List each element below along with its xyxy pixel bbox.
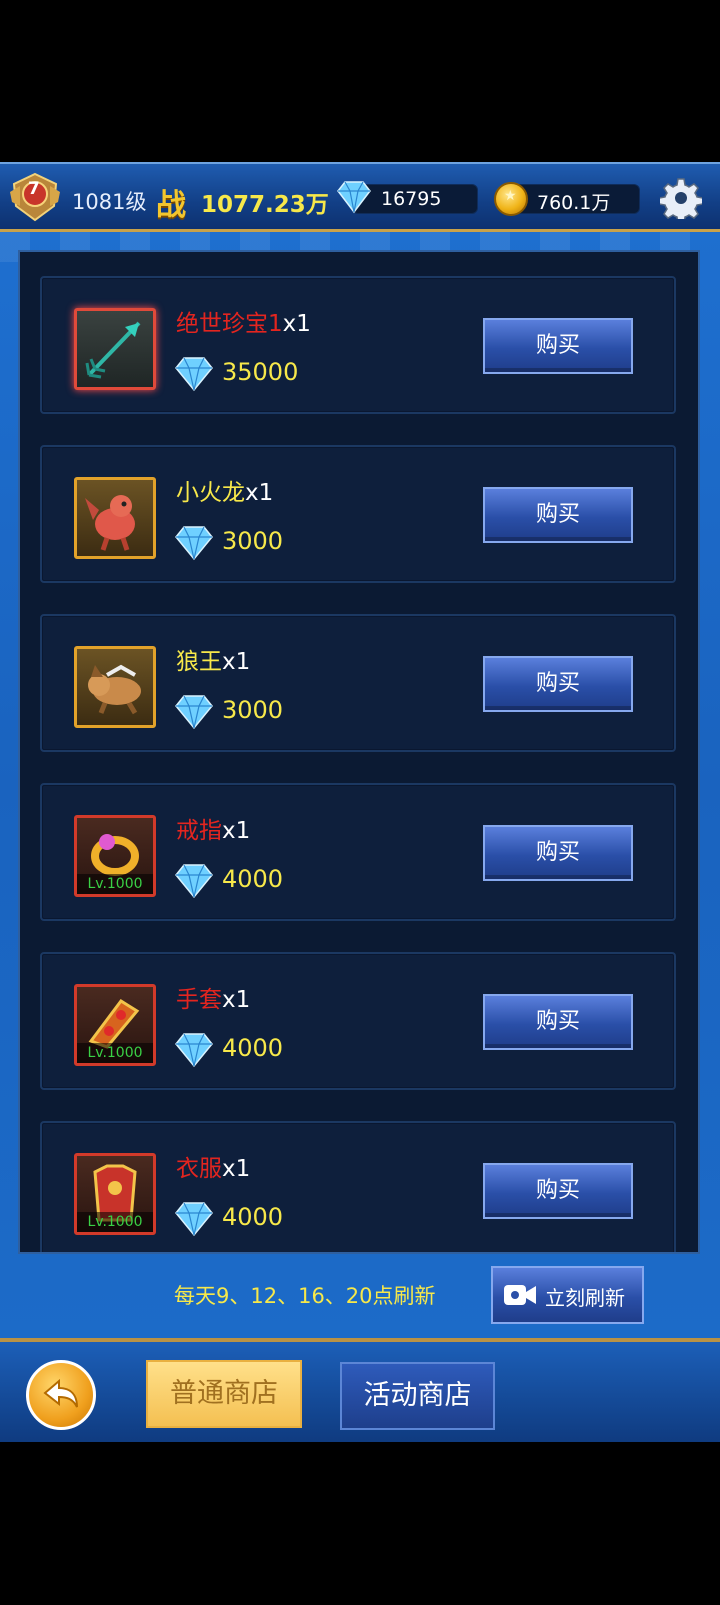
item-name: 狼王x1 — [176, 649, 251, 675]
buy-button[interactable]: 购买 — [483, 825, 633, 881]
refresh-now-button[interactable]: 立刻刷新 — [491, 1266, 644, 1324]
diamond-icon — [337, 181, 371, 214]
item-name: 小火龙x1 — [176, 480, 274, 506]
shop-item-row: 绝世珍宝1x1 35000 购买 — [40, 276, 676, 414]
item-price: 4000 — [222, 1203, 284, 1231]
diamond-icon — [175, 695, 213, 730]
ring-icon: Lv.1000 — [74, 815, 156, 897]
wolf-king-pet-icon — [74, 646, 156, 728]
settings-gear-icon[interactable] — [660, 177, 702, 219]
player-level: 1081级 — [72, 190, 147, 214]
arrow-icon — [74, 308, 156, 390]
video-camera-icon — [504, 1285, 536, 1305]
shop-item-row: Lv.1000 衣服x1 4000 购买 — [40, 1121, 676, 1252]
top-status-bar: 7 1081级 战 1077.23万 16795 760.1万 — [0, 162, 720, 232]
diamond-icon — [175, 864, 213, 899]
item-price: 4000 — [222, 1034, 284, 1062]
buy-button[interactable]: 购买 — [483, 994, 633, 1050]
gold-balance[interactable]: 760.1万 — [510, 184, 640, 214]
shop-item-row: Lv.1000 戒指x1 4000 购买 — [40, 783, 676, 921]
item-price: 35000 — [222, 358, 299, 386]
item-name: 戒指x1 — [176, 818, 251, 844]
back-arrow-icon — [43, 1378, 78, 1408]
item-price: 3000 — [222, 527, 284, 555]
diamond-count: 16795 — [381, 188, 442, 210]
armor-icon: Lv.1000 — [74, 1153, 156, 1235]
power-label: 战 — [156, 188, 186, 223]
diamond-icon — [175, 1202, 213, 1237]
diamond-icon — [175, 357, 213, 392]
item-price: 3000 — [222, 696, 284, 724]
buy-button[interactable]: 购买 — [483, 656, 633, 712]
item-name: 手套x1 — [176, 987, 251, 1013]
tab-event-shop[interactable]: 活动商店 — [340, 1362, 495, 1430]
item-level: Lv.1000 — [77, 1212, 153, 1232]
gold-count: 760.1万 — [537, 192, 611, 214]
rank-number: 7 — [28, 179, 40, 199]
diamond-icon — [175, 1033, 213, 1068]
shop-item-row: 小火龙x1 3000 购买 — [40, 445, 676, 583]
item-level: Lv.1000 — [77, 874, 153, 894]
buy-button[interactable]: 购买 — [483, 1163, 633, 1219]
item-name: 绝世珍宝1x1 — [176, 311, 311, 337]
item-name: 衣服x1 — [176, 1156, 251, 1182]
back-button[interactable] — [26, 1360, 96, 1430]
dragon-pet-icon — [74, 477, 156, 559]
shop-item-row: 狼王x1 3000 购买 — [40, 614, 676, 752]
shop-item-list[interactable]: 绝世珍宝1x1 35000 购买 小火龙x1 3000 购买 狼王x1 3000… — [18, 250, 700, 1254]
tab-normal-shop[interactable]: 普通商店 — [146, 1360, 302, 1428]
gold-coin-icon — [494, 182, 528, 216]
power-value: 1077.23万 — [201, 192, 329, 218]
refresh-schedule-note: 每天9、12、16、20点刷新 — [174, 1284, 436, 1308]
diamond-icon — [175, 526, 213, 561]
item-price: 4000 — [222, 865, 284, 893]
bottom-nav-bar: 普通商店 活动商店 — [0, 1338, 720, 1442]
refresh-now-label: 立刻刷新 — [545, 1286, 625, 1310]
shop-item-row: Lv.1000 手套x1 4000 购买 — [40, 952, 676, 1090]
glove-icon: Lv.1000 — [74, 984, 156, 1066]
buy-button[interactable]: 购买 — [483, 318, 633, 374]
buy-button[interactable]: 购买 — [483, 487, 633, 543]
item-level: Lv.1000 — [77, 1043, 153, 1063]
